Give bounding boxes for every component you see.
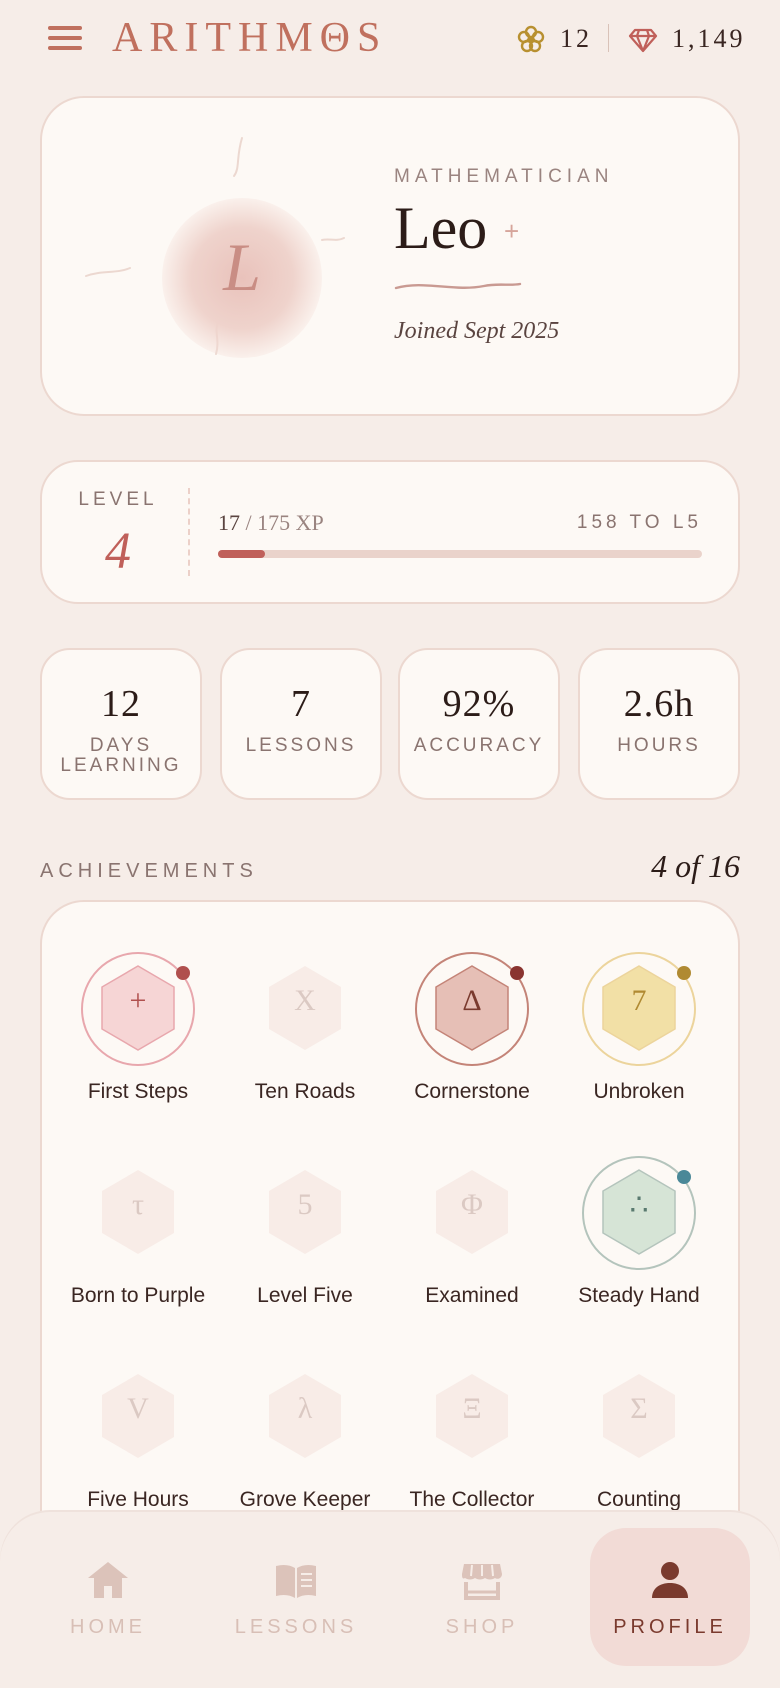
badge-name: Examined xyxy=(425,1284,519,1307)
stat-label: ACCURACY xyxy=(413,735,545,756)
achievement-badge[interactable]: τ Born to Purple xyxy=(54,1124,222,1314)
badge-name: First Steps xyxy=(87,1080,189,1103)
stat-label: HOURS xyxy=(617,735,701,756)
achievement-badge[interactable]: V Five Hours xyxy=(54,1328,222,1518)
badge-glyph: V xyxy=(127,1392,149,1425)
new-indicator-dot xyxy=(677,966,691,980)
header-divider xyxy=(608,24,609,52)
profile-card: L MATHEMATICIAN Leo + Joined Sept 2025 xyxy=(40,96,740,416)
achievements-title: ACHIEVEMENTS xyxy=(40,860,258,882)
badge-name: Steady Hand xyxy=(578,1284,700,1307)
storefront-icon xyxy=(462,1564,502,1600)
badge-name: Grove Keeper xyxy=(239,1488,371,1511)
level-divider xyxy=(188,488,190,576)
badge-name: Ten Roads xyxy=(254,1080,356,1103)
badge-glyph: Ξ xyxy=(462,1392,482,1425)
achievement-badge[interactable]: 5 Level Five xyxy=(221,1124,389,1314)
stat-value: 7 xyxy=(291,683,311,725)
stat-value: 92% xyxy=(442,683,516,725)
sparkle-icon: + xyxy=(504,216,520,246)
hamburger-menu-icon[interactable] xyxy=(48,26,82,52)
avatar-initial: L xyxy=(223,229,261,305)
badge-glyph: Δ xyxy=(462,984,482,1017)
level-label: LEVEL xyxy=(78,489,158,510)
app-title: ARITHMΘS xyxy=(112,15,388,61)
home-icon xyxy=(88,1562,128,1598)
badge-name: Born to Purple xyxy=(70,1284,206,1307)
xp-progress-fill xyxy=(218,550,265,558)
badge-glyph: ∴ xyxy=(629,1189,649,1222)
joined-date: Joined Sept 2025 xyxy=(394,318,560,344)
stat-card-lessons: 7 LESSONS xyxy=(220,648,382,800)
flower-icon xyxy=(517,25,545,53)
xp-progress-text: 17 / 175 XP xyxy=(218,510,324,536)
nav-label: HOME xyxy=(70,1616,146,1638)
petals-count: 12 xyxy=(560,24,592,53)
level-number: 4 xyxy=(105,523,131,580)
nav-label: LESSONS xyxy=(234,1616,358,1638)
badge-glyph: X xyxy=(294,984,316,1017)
nav-home[interactable]: HOME xyxy=(28,1528,188,1666)
name-underline-decoration xyxy=(394,282,522,290)
achievement-badge[interactable]: Ξ The Collector xyxy=(388,1328,556,1518)
achievement-badge[interactable]: ∴ Steady Hand xyxy=(555,1124,723,1314)
achievement-badge[interactable]: Φ Examined xyxy=(388,1124,556,1314)
stat-label: LESSONS xyxy=(245,735,357,756)
badge-glyph: Σ xyxy=(630,1392,648,1425)
badge-glyph: 5 xyxy=(297,1188,313,1221)
badge-name: Five Hours xyxy=(87,1488,189,1511)
book-icon xyxy=(276,1564,316,1598)
badge-name: Unbroken xyxy=(593,1080,685,1103)
gem-icon xyxy=(628,28,658,53)
achievement-badge[interactable]: + First Steps xyxy=(54,920,222,1110)
app-header: ARITHMΘS 12 1,149 xyxy=(0,0,780,80)
nav-label: PROFILE xyxy=(613,1616,727,1638)
xp-total: / 175 XP xyxy=(245,510,324,535)
badge-glyph: λ xyxy=(297,1392,313,1425)
badge-glyph: 7 xyxy=(631,984,647,1017)
nav-shop[interactable]: SHOP xyxy=(402,1528,562,1666)
stat-value: 2.6h xyxy=(623,683,695,725)
gems-count: 1,149 xyxy=(672,24,746,53)
badge-glyph: Φ xyxy=(461,1188,483,1221)
achievement-badge[interactable]: X Ten Roads xyxy=(221,920,389,1110)
profile-name: Leo xyxy=(394,195,488,261)
badge-name: The Collector xyxy=(409,1488,535,1511)
badge-glyph: τ xyxy=(131,1188,145,1221)
xp-progress-bar xyxy=(218,550,702,558)
new-indicator-dot xyxy=(677,1170,691,1184)
achievement-badge[interactable]: λ Grove Keeper xyxy=(221,1328,389,1518)
achievement-badge[interactable]: 7 Unbroken xyxy=(555,920,723,1110)
avatar[interactable]: L xyxy=(122,158,362,398)
stat-value: 12 xyxy=(101,683,141,725)
achievements-count: 4 of 16 xyxy=(651,848,740,884)
new-indicator-dot xyxy=(176,966,190,980)
achievement-badge[interactable]: ΣCounting House xyxy=(555,1328,723,1539)
achievement-badge[interactable]: Δ Cornerstone xyxy=(388,920,556,1110)
nav-label: SHOP xyxy=(445,1616,519,1638)
xp-to-next-level: 158 TO L5 xyxy=(576,512,702,533)
stat-card-days: 12 DAYS LEARNING xyxy=(40,648,202,800)
profile-role: MATHEMATICIAN xyxy=(394,166,614,187)
new-indicator-dot xyxy=(510,966,524,980)
badge-glyph: + xyxy=(129,984,147,1017)
nav-profile[interactable]: PROFILE xyxy=(590,1528,750,1666)
stat-label: DAYS LEARNING xyxy=(60,735,182,776)
xp-current: 17 xyxy=(218,510,240,535)
stat-card-hours: 2.6h HOURS xyxy=(578,648,740,800)
badge-name: Level Five xyxy=(257,1284,353,1307)
nav-lessons[interactable]: LESSONS xyxy=(216,1528,376,1666)
badge-name: Cornerstone xyxy=(414,1080,530,1103)
person-icon xyxy=(652,1562,688,1598)
stat-card-accuracy: 92% ACCURACY xyxy=(398,648,560,800)
